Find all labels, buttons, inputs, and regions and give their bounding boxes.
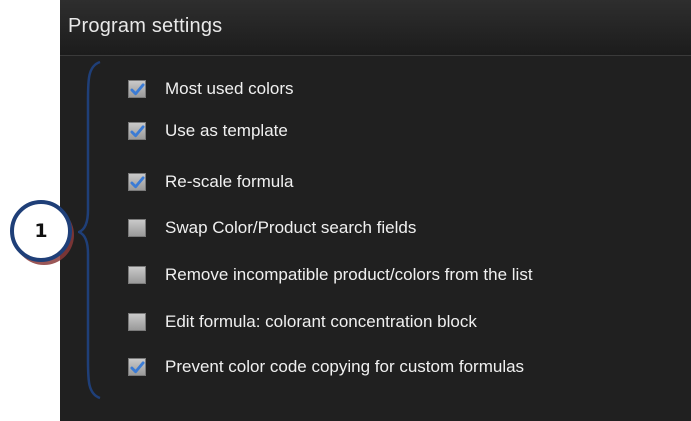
option-label: Remove incompatible product/colors from …: [165, 265, 533, 284]
checkbox-swap-search-fields[interactable]: [128, 219, 146, 237]
option-remove-incompatible[interactable]: Remove incompatible product/colors from …: [128, 262, 533, 288]
checkbox-remove-incompatible[interactable]: [128, 266, 146, 284]
checkmark-icon: [129, 360, 145, 373]
checkbox-most-used-colors[interactable]: [128, 80, 146, 98]
option-re-scale-formula[interactable]: Re-scale formula: [128, 169, 294, 195]
option-prevent-color-code-copying[interactable]: Prevent color code copying for custom fo…: [128, 354, 524, 380]
option-label: Swap Color/Product search fields: [165, 218, 417, 237]
callout-number: 1: [34, 220, 48, 242]
checkbox-re-scale-formula[interactable]: [128, 173, 146, 191]
option-use-as-template[interactable]: Use as template: [128, 118, 288, 144]
option-label: Edit formula: colorant concentration blo…: [165, 312, 477, 331]
option-label: Re-scale formula: [165, 172, 294, 191]
callout-marker: 1: [10, 200, 72, 262]
panel-header: Program settings: [60, 0, 691, 56]
checkmark-icon: [129, 82, 145, 95]
checkbox-colorant-concentration-block[interactable]: [128, 313, 146, 331]
checkbox-prevent-color-code-copying[interactable]: [128, 358, 146, 376]
curly-bracket: [78, 60, 101, 400]
panel-title: Program settings: [68, 15, 223, 37]
option-label: Most used colors: [165, 79, 294, 98]
option-label: Prevent color code copying for custom fo…: [165, 357, 525, 376]
checkbox-use-as-template[interactable]: [128, 122, 146, 140]
option-swap-search-fields[interactable]: Swap Color/Product search fields: [128, 215, 416, 241]
option-label: Use as template: [165, 121, 288, 140]
option-most-used-colors[interactable]: Most used colors: [128, 76, 294, 102]
option-colorant-concentration-block[interactable]: Edit formula: colorant concentration blo…: [128, 309, 477, 335]
checkmark-icon: [129, 124, 145, 137]
program-settings-panel: Program settings Most used colors Use as…: [60, 0, 691, 421]
checkmark-icon: [129, 175, 145, 188]
